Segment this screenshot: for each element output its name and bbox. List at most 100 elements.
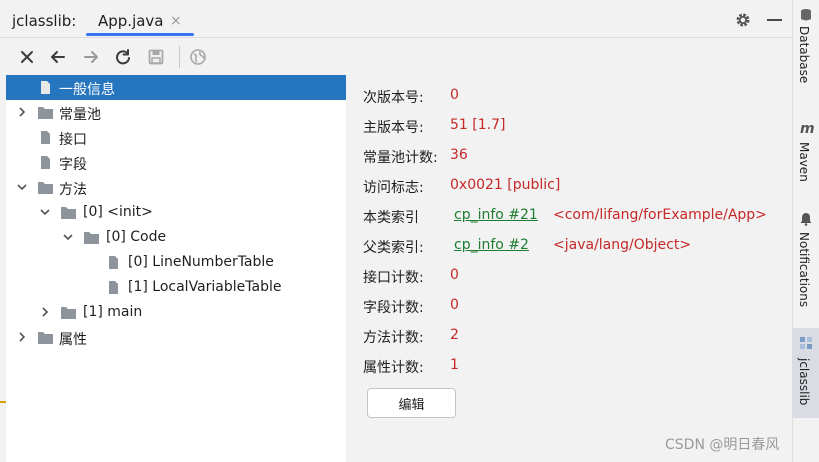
- folder-icon: [38, 332, 53, 344]
- tree-item-label: 属性: [59, 332, 87, 348]
- field-key: 接口计数:: [363, 270, 424, 286]
- interfaces-count-row: 接口计数: 0: [363, 264, 793, 288]
- general-info-panel: 次版本号: 0 主版本号: 51 [1.7] 常量池计数: 36 访问标志: 0…: [347, 75, 792, 462]
- field-key: 本类索引: [363, 210, 419, 226]
- methods-count-row: 方法计数: 2: [363, 324, 793, 348]
- jclasslib-tool-button[interactable]: jclasslib: [793, 328, 819, 418]
- attributes-count-row: 属性计数: 1: [363, 354, 793, 378]
- tree-item-fields[interactable]: 字段: [6, 150, 346, 175]
- field-key: 方法计数:: [363, 330, 424, 346]
- chevron-down-icon[interactable]: [16, 180, 28, 194]
- tree-item-method-init[interactable]: [0] <init>: [6, 200, 346, 225]
- tree-item-attributes[interactable]: 属性: [6, 325, 346, 350]
- chevron-right-icon[interactable]: [16, 330, 28, 344]
- tree-item-constant-pool[interactable]: 常量池: [6, 100, 346, 125]
- file-icon: [41, 81, 50, 94]
- field-key: 访问标志:: [363, 180, 424, 196]
- field-value: 0: [450, 87, 459, 103]
- tab-close-icon[interactable]: ×: [170, 13, 182, 29]
- tree-item-code[interactable]: [0] Code: [6, 225, 346, 250]
- tree-item-label: 接口: [59, 132, 87, 148]
- maven-icon: m: [800, 121, 815, 137]
- maven-tool-button[interactable]: m Maven: [793, 120, 819, 190]
- tree-item-method-main[interactable]: [1] main: [6, 300, 346, 325]
- browser-icon[interactable]: [189, 48, 207, 66]
- chevron-down-icon[interactable]: [62, 230, 74, 244]
- tree-item-line-number-table[interactable]: [0] LineNumberTable: [6, 250, 346, 275]
- class-structure-tree[interactable]: 一般信息 常量池 接口 字段 方法 [0] <init> [0] Code [0…: [6, 75, 346, 462]
- notifications-tool-button[interactable]: Notifications: [793, 210, 819, 315]
- field-key: 父类索引:: [363, 240, 424, 256]
- tree-item-label: 常量池: [59, 107, 101, 123]
- tree-item-local-variable-table[interactable]: [1] LocalVariableTable: [6, 275, 346, 300]
- file-icon: [41, 131, 50, 144]
- chevron-right-icon[interactable]: [39, 305, 51, 319]
- tree-item-label: 一般信息: [59, 82, 115, 98]
- refresh-icon[interactable]: [114, 48, 132, 66]
- major-version-row: 主版本号: 51 [1.7]: [363, 114, 793, 138]
- database-tool-button[interactable]: Database: [793, 6, 819, 101]
- toolbar-separator: [179, 46, 180, 68]
- folder-icon: [84, 232, 99, 244]
- tree-item-interfaces[interactable]: 接口: [6, 125, 346, 150]
- folder-icon: [38, 107, 53, 119]
- super-class-link[interactable]: cp_info #2: [454, 237, 529, 253]
- tree-item-general-info[interactable]: 一般信息: [6, 75, 346, 100]
- field-value: 0x0021 [public]: [450, 177, 561, 193]
- this-class-link[interactable]: cp_info #21: [454, 207, 538, 223]
- file-icon: [109, 256, 118, 269]
- gear-icon[interactable]: [734, 11, 752, 29]
- folder-icon: [61, 207, 76, 219]
- minor-version-row: 次版本号: 0: [363, 84, 793, 108]
- database-icon: [801, 9, 811, 21]
- tab-label: App.java: [98, 12, 164, 30]
- field-key: 常量池计数:: [363, 150, 438, 166]
- tree-item-label: [0] LineNumberTable: [128, 254, 274, 270]
- tree-item-label: [1] LocalVariableTable: [128, 279, 282, 295]
- close-icon[interactable]: [18, 48, 36, 66]
- notifications-tool-label: Notifications: [797, 232, 811, 308]
- jclasslib-icon: [800, 337, 812, 349]
- back-arrow-icon[interactable]: [49, 48, 67, 66]
- fields-count-row: 字段计数: 0: [363, 294, 793, 318]
- toolbar: [0, 39, 792, 74]
- right-tool-strip: Database m Maven Notifications jclasslib: [792, 0, 819, 462]
- field-value: 51 [1.7]: [450, 117, 506, 133]
- access-flags-row: 访问标志: 0x0021 [public]: [363, 174, 793, 198]
- field-value: 0: [450, 297, 459, 313]
- watermark: CSDN @明日春风: [665, 437, 780, 453]
- edit-button[interactable]: 编辑: [367, 388, 456, 418]
- field-key: 字段计数:: [363, 300, 424, 316]
- field-key: 属性计数:: [363, 360, 424, 376]
- chevron-right-icon[interactable]: [16, 105, 28, 119]
- constant-pool-count-row: 常量池计数: 36: [363, 144, 793, 168]
- folder-icon: [38, 182, 53, 194]
- field-key: 主版本号:: [363, 120, 424, 136]
- folder-icon: [61, 307, 76, 319]
- file-icon: [109, 281, 118, 294]
- forward-arrow-icon[interactable]: [82, 48, 100, 66]
- tab-active-indicator: [86, 33, 194, 36]
- save-icon[interactable]: [147, 48, 165, 66]
- this-class-row: 本类索引 cp_info #21 <com/lifang/forExample/…: [363, 204, 793, 228]
- minimize-icon[interactable]: [767, 19, 782, 21]
- field-key: 次版本号:: [363, 90, 424, 106]
- super-class-name: <java/lang/Object>: [553, 237, 692, 253]
- tree-item-label: [0] Code: [106, 229, 167, 245]
- title-bar: jclasslib: App.java ×: [0, 0, 792, 38]
- this-class-name: <com/lifang/forExample/App>: [553, 207, 767, 223]
- tree-item-methods[interactable]: 方法: [6, 175, 346, 200]
- database-tool-label: Database: [797, 26, 811, 84]
- tab-app-java[interactable]: App.java ×: [86, 0, 194, 38]
- tree-item-label: [1] main: [83, 304, 143, 320]
- maven-tool-label: Maven: [797, 142, 811, 182]
- field-value: 1: [450, 357, 459, 373]
- bell-icon: [800, 213, 812, 226]
- chevron-down-icon[interactable]: [39, 205, 51, 219]
- tree-item-label: 字段: [59, 157, 87, 173]
- tree-item-label: [0] <init>: [83, 204, 153, 220]
- tree-item-label: 方法: [59, 182, 87, 198]
- jclasslib-tool-label: jclasslib: [797, 358, 811, 406]
- field-value: 0: [450, 267, 459, 283]
- super-class-row: 父类索引: cp_info #2 <java/lang/Object>: [363, 234, 793, 258]
